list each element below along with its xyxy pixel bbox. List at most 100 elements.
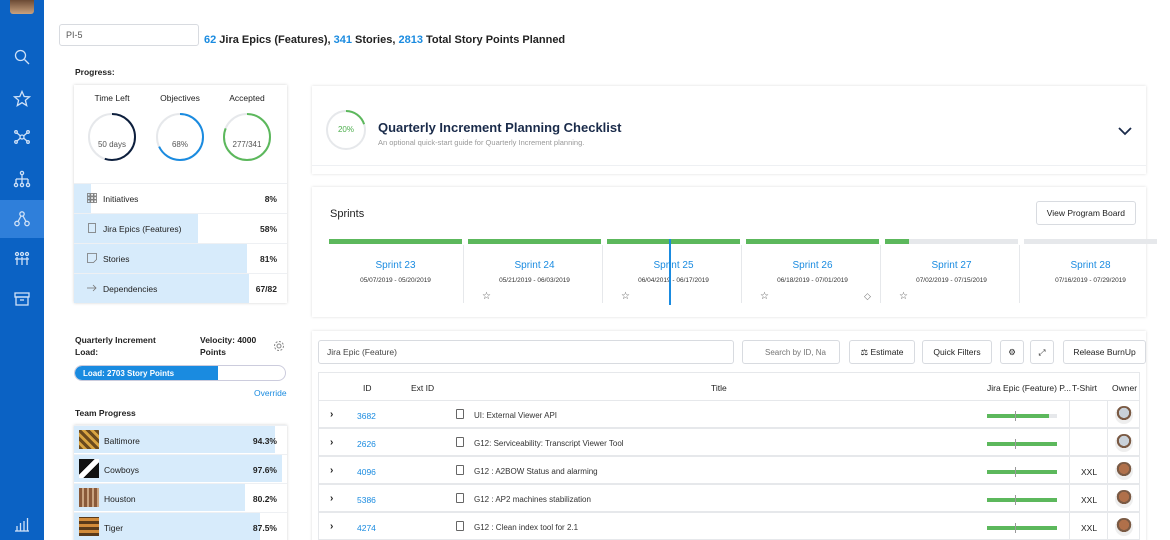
velocity-line2: Points: [200, 347, 226, 357]
qi-load-title: Quarterly Increment Load:: [75, 334, 156, 358]
sprint-card[interactable]: Sprint 26 06/18/2019 - 07/01/2019 ☆ ◇: [744, 239, 881, 311]
expand-row-icon[interactable]: ›: [330, 409, 333, 420]
col-tshirt[interactable]: T-Shirt: [1072, 383, 1097, 393]
sprint-card[interactable]: Sprint 27 07/02/2019 - 07/15/2019 ☆: [883, 239, 1020, 311]
progress-row[interactable]: Stories 81%: [74, 243, 287, 273]
sprint-card[interactable]: Sprint 28 07/16/2019 - 07/29/2019: [1022, 239, 1159, 311]
table-row[interactable]: › 4096 G12 : A2BOW Status and alarming XXL: [318, 456, 1140, 484]
owner-avatar[interactable]: [1115, 462, 1133, 480]
team-row[interactable]: Baltimore 94.3%: [74, 425, 287, 453]
strategy-nav[interactable]: [0, 118, 44, 156]
checklist-title: Quarterly Increment Planning Checklist: [378, 120, 622, 135]
owner-avatar[interactable]: [1115, 490, 1133, 508]
sprint-separator: [1019, 245, 1020, 303]
sprint-name[interactable]: Sprint 26: [744, 260, 881, 271]
epic-id-link[interactable]: 3682: [357, 411, 376, 421]
epic-search-input[interactable]: [742, 340, 840, 364]
teams-nav[interactable]: [0, 240, 44, 278]
summary-text: 62 Jira Epics (Features), 341 Stories, 2…: [204, 34, 565, 46]
program-nav[interactable]: [0, 200, 44, 238]
progress-row[interactable]: Dependencies 67/82: [74, 273, 287, 303]
qi-load-title-line1: Quarterly Increment: [75, 335, 156, 345]
star-icon[interactable]: ☆: [482, 291, 491, 302]
sprint-name[interactable]: Sprint 23: [327, 260, 464, 271]
epic-title[interactable]: G12 : Clean index tool for 2.1: [474, 523, 578, 532]
epic-title[interactable]: G12 : A2BOW Status and alarming: [474, 467, 598, 476]
milestone-icon[interactable]: ◇: [864, 291, 871, 302]
chevron-down-icon[interactable]: [1118, 126, 1132, 136]
pi-selector[interactable]: [59, 24, 199, 46]
tshirt-size: XXL: [1081, 467, 1098, 477]
portfolio-nav[interactable]: [0, 160, 44, 198]
favorites-nav[interactable]: [0, 80, 44, 118]
table-row[interactable]: › 3682 UI: External Viewer API: [318, 400, 1140, 428]
expand-row-icon[interactable]: ›: [330, 521, 333, 532]
owner-avatar[interactable]: [1115, 518, 1133, 536]
stories-count[interactable]: 341: [334, 34, 352, 46]
epic-id-link[interactable]: 4096: [357, 467, 376, 477]
search-nav[interactable]: [0, 38, 44, 76]
checklist-card[interactable]: 20% Quarterly Increment Planning Checkli…: [312, 86, 1146, 174]
release-burnup-button[interactable]: Release BurnUp: [1063, 340, 1146, 364]
col-title[interactable]: Title: [711, 383, 727, 393]
expand-row-icon[interactable]: ›: [330, 465, 333, 476]
view-program-board-button[interactable]: View Program Board: [1035, 201, 1136, 225]
gear-icon[interactable]: [273, 340, 285, 352]
expand-row-icon[interactable]: ›: [330, 493, 333, 504]
sprint-card[interactable]: Sprint 25 06/04/2019 - 06/17/2019 ☆: [605, 239, 742, 311]
expand-row-icon[interactable]: ›: [330, 437, 333, 448]
sprint-name[interactable]: Sprint 27: [883, 260, 1020, 271]
progress-row-value: 58%: [259, 224, 277, 234]
star-icon: [13, 90, 31, 107]
user-avatar[interactable]: [10, 0, 34, 14]
points-count[interactable]: 2813: [398, 34, 422, 46]
table-row[interactable]: › 5386 G12 : AP2 machines stabilization XXL: [318, 484, 1140, 512]
velocity-line1: Velocity: 4000: [200, 335, 257, 345]
quick-filters-button[interactable]: Quick Filters: [922, 340, 992, 364]
epic-title[interactable]: UI: External Viewer API: [474, 411, 557, 420]
document-icon: [456, 437, 464, 447]
col-progress[interactable]: Jira Epic (Feature) P...: [987, 383, 1071, 393]
col-owner[interactable]: Owner: [1112, 383, 1137, 393]
col-ext-id[interactable]: Ext ID: [411, 383, 434, 393]
archive-nav[interactable]: [0, 280, 44, 318]
progress-row[interactable]: Initiatives 8%: [74, 183, 287, 213]
star-icon[interactable]: ☆: [621, 291, 630, 302]
star-icon[interactable]: ☆: [760, 291, 769, 302]
epic-title[interactable]: G12 : AP2 machines stabilization: [474, 495, 591, 504]
owner-avatar[interactable]: [1115, 406, 1133, 424]
table-row[interactable]: › 2626 G12: Serviceability: Transcript Vie…: [318, 428, 1140, 456]
estimate-button[interactable]: ⚖ Estimate: [849, 340, 915, 364]
col-id[interactable]: ID: [363, 383, 372, 393]
owner-avatar[interactable]: [1115, 434, 1133, 452]
progress-row[interactable]: Jira Epics (Features) 58%: [74, 213, 287, 243]
epic-title[interactable]: G12: Serviceability: Transcript Viewer T…: [474, 439, 624, 448]
epic-id-link[interactable]: 4274: [357, 523, 376, 533]
epic-type-selector[interactable]: Jira Epic (Feature): [318, 340, 734, 364]
main-area: 62 Jira Epics (Features), 341 Stories, 2…: [44, 0, 1170, 540]
gauge-value: 68%: [171, 140, 188, 149]
sprint-card[interactable]: Sprint 24 05/21/2019 - 06/03/2019 ☆: [466, 239, 603, 311]
sprint-progress-fill: [468, 239, 601, 244]
sprint-progress-bar: [468, 239, 601, 244]
epic-progress-bar: [987, 495, 1057, 505]
sprint-name[interactable]: Sprint 24: [466, 260, 603, 271]
epic-id-link[interactable]: 2626: [357, 439, 376, 449]
team-row[interactable]: Tiger 87.5%: [74, 512, 287, 540]
sprint-name[interactable]: Sprint 28: [1022, 260, 1159, 271]
expand-button[interactable]: ⤢: [1030, 340, 1054, 364]
bar-chart-icon: [15, 518, 29, 532]
team-tree-icon: [14, 211, 30, 227]
sprint-name[interactable]: Sprint 25: [605, 260, 742, 271]
sprint-card[interactable]: Sprint 23 05/07/2019 - 05/20/2019: [327, 239, 464, 311]
table-row[interactable]: › 4274 G12 : Clean index tool for 2.1 XXL: [318, 512, 1140, 540]
override-link[interactable]: Override: [254, 388, 287, 398]
sprints-card: Sprints View Program Board Sprint 23 05/0…: [312, 187, 1157, 317]
epics-count[interactable]: 62: [204, 34, 216, 46]
settings-button[interactable]: ⚙: [1000, 340, 1024, 364]
team-row[interactable]: Cowboys 97.6%: [74, 454, 287, 482]
reports-nav[interactable]: [0, 505, 44, 540]
team-row[interactable]: Houston 80.2%: [74, 483, 287, 511]
epic-id-link[interactable]: 5386: [357, 495, 376, 505]
star-icon[interactable]: ☆: [899, 291, 908, 302]
